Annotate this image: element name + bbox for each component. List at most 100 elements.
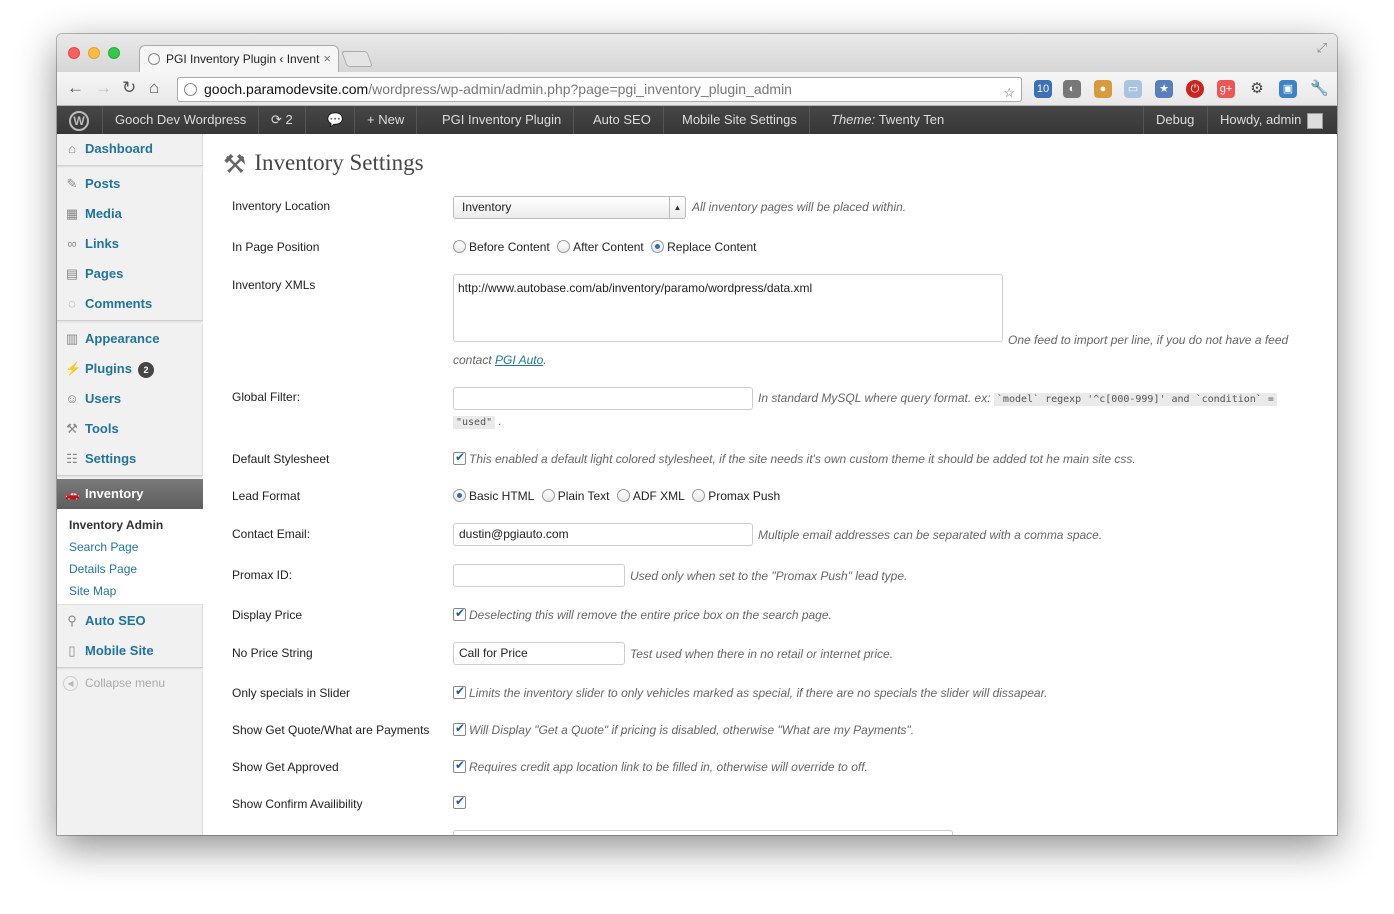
google-plus-icon[interactable]: g+ — [1217, 80, 1235, 98]
menu-mobile-site[interactable]: ▯ Mobile Site — [57, 636, 203, 666]
label-display-price: Display Price — [232, 608, 303, 622]
radio-replace-content[interactable]: Replace Content — [651, 240, 757, 254]
menu-label: Posts — [85, 176, 121, 191]
tab-close-icon[interactable]: × — [323, 51, 331, 66]
menu-appearance[interactable]: ▥ Appearance — [57, 324, 203, 354]
gear-icon[interactable]: ⚙ — [1248, 80, 1266, 98]
maximize-window-button[interactable] — [108, 47, 120, 59]
contact-email-input[interactable]: dustin@pgiauto.com — [453, 523, 753, 546]
collapse-menu-button[interactable]: ◀ Collapse menu — [63, 676, 165, 692]
screen-icon[interactable]: ▣ — [1279, 80, 1297, 98]
stop-icon[interactable]: ⏻ — [1186, 80, 1204, 98]
pgi-auto-link[interactable]: PGI Auto — [495, 353, 543, 367]
label-contact-email: Contact Email: — [232, 527, 311, 541]
menu-tools[interactable]: ⚒ Tools — [57, 414, 203, 444]
theme-link[interactable]: Theme: Twenty Ten — [819, 106, 956, 134]
inventory-location-select[interactable]: Inventory ▲ — [453, 196, 686, 219]
get-approved-desc: Requires credit app location link to be … — [469, 760, 868, 774]
default-stylesheet-row: This enabled a default light colored sty… — [453, 450, 1136, 466]
plus-icon: + — [367, 112, 379, 127]
reload-icon[interactable]: ↻ — [122, 78, 136, 98]
menu-auto-seo[interactable]: ⚲ Auto SEO — [57, 606, 203, 636]
menu-media[interactable]: ▦ Media — [57, 199, 203, 229]
display-price-checkbox[interactable] — [453, 606, 466, 621]
extension-icon[interactable]: ▭ — [1124, 80, 1142, 98]
lead-format-radios: Basic HTML Plain Text ADF XML Promax Pus… — [453, 489, 784, 503]
select-value: Inventory — [462, 200, 512, 214]
inventory-xmls-desc: One feed to import per line, if you do n… — [1008, 333, 1289, 347]
inventory-xmls-textarea[interactable]: http://www.autobase.com/ab/inventory/par… — [453, 274, 1003, 342]
howdy-label: Howdy, admin — [1220, 112, 1302, 127]
submenu-inventory-admin[interactable]: Inventory Admin — [69, 518, 163, 532]
menu-users[interactable]: ☺ Users — [57, 384, 203, 414]
no-price-string-input[interactable]: Call for Price — [453, 642, 625, 665]
menu-comments[interactable]: ◌ Comments — [57, 289, 203, 319]
radio-after-content[interactable]: After Content — [557, 240, 644, 254]
confirm-availability-checkbox[interactable] — [453, 794, 466, 809]
cookie-icon[interactable]: ● — [1094, 80, 1112, 98]
display-price-desc: Deselecting this will remove the entire … — [469, 608, 832, 622]
url-path: /wordpress/wp-admin/admin.php?page=pgi_i… — [368, 81, 792, 97]
radio-adf-xml[interactable]: ADF XML — [616, 489, 685, 503]
page-title-text: Inventory Settings — [254, 150, 424, 175]
back-icon[interactable]: ← — [67, 78, 84, 98]
updates-link[interactable]: ⟳ 2 — [259, 106, 306, 134]
menu-label: Users — [85, 391, 122, 406]
page-info-icon[interactable] — [184, 83, 197, 96]
only-specials-checkbox[interactable] — [453, 684, 466, 699]
home-icon[interactable]: ⌂ — [149, 78, 159, 98]
label-only-specials: Only specials in Slider — [232, 686, 351, 700]
promax-id-input[interactable] — [453, 564, 625, 587]
wrench-icon[interactable]: 🔧 — [1310, 80, 1329, 98]
menu-inventory[interactable]: 🚗 Inventory — [57, 479, 211, 509]
forward-icon[interactable]: → — [95, 78, 112, 98]
extension-icon[interactable]: 10 — [1034, 80, 1052, 98]
browser-tab[interactable]: PGI Inventory Plugin ‹ Invent × — [139, 45, 339, 72]
star-extension-icon[interactable]: ★ — [1155, 80, 1173, 98]
wp-logo-icon[interactable]: W — [57, 106, 103, 134]
link-icon: ∞ — [67, 236, 77, 251]
menu-settings[interactable]: ☷ Settings — [57, 444, 203, 474]
label-lead-format: Lead Format — [232, 489, 301, 503]
get-quote-checkbox[interactable] — [453, 721, 466, 736]
fullscreen-icon[interactable]: ⤢ — [1317, 40, 1327, 56]
close-window-button[interactable] — [68, 47, 80, 59]
label-get-approved: Show Get Approved — [232, 760, 339, 774]
plugin-link[interactable]: PGI Inventory Plugin — [430, 106, 575, 134]
default-stylesheet-checkbox[interactable] — [453, 450, 466, 465]
extension-icon[interactable]: ◐ — [1063, 80, 1081, 98]
select-arrows-icon: ▲ — [669, 197, 685, 218]
comments-icon[interactable]: 💬 — [315, 106, 355, 134]
radio-plain-text[interactable]: Plain Text — [541, 489, 610, 503]
bookmark-star-icon[interactable]: ☆ — [1003, 81, 1015, 101]
radio-promax-push[interactable]: Promax Push — [692, 489, 780, 503]
menu-pages[interactable]: ▤ Pages — [57, 259, 203, 289]
minimize-window-button[interactable] — [88, 47, 100, 59]
global-filter-desc-cont: "used" . — [453, 414, 502, 429]
menu-plugins[interactable]: ⚡ Plugins 2 — [57, 354, 203, 384]
menu-dashboard[interactable]: ⌂ Dashboard — [57, 134, 203, 164]
global-filter-input[interactable] — [453, 387, 753, 410]
submenu-search-page[interactable]: Search Page — [69, 540, 138, 554]
address-bar[interactable]: gooch.paramodevsite.com/wordpress/wp-adm… — [177, 77, 1022, 102]
submenu-details-page[interactable]: Details Page — [69, 562, 137, 576]
get-approved-checkbox[interactable] — [453, 758, 466, 773]
mobile-settings-link[interactable]: Mobile Site Settings — [670, 106, 810, 134]
radio-basic-html[interactable]: Basic HTML — [453, 489, 534, 503]
submenu-site-map[interactable]: Site Map — [69, 584, 116, 598]
radio-before-content[interactable]: Before Content — [453, 240, 550, 254]
menu-posts[interactable]: ✎ Posts — [57, 169, 203, 199]
menu-label: Tools — [85, 421, 119, 436]
account-menu[interactable]: Howdy, admin — [1207, 106, 1335, 134]
new-tab-button[interactable] — [341, 51, 373, 67]
site-name-link[interactable]: Gooch Dev Wordpress — [103, 106, 260, 134]
magnifier-icon: ⚲ — [67, 613, 77, 628]
next-field-input[interactable] — [453, 830, 953, 835]
debug-link[interactable]: Debug — [1143, 106, 1206, 134]
new-content-link[interactable]: + New — [355, 106, 418, 134]
menu-links[interactable]: ∞ Links — [57, 229, 203, 259]
label-in-page-position: In Page Position — [232, 240, 320, 254]
auto-seo-link[interactable]: Auto SEO — [581, 106, 664, 134]
menu-label: Auto SEO — [85, 613, 146, 628]
globe-icon — [148, 53, 160, 65]
